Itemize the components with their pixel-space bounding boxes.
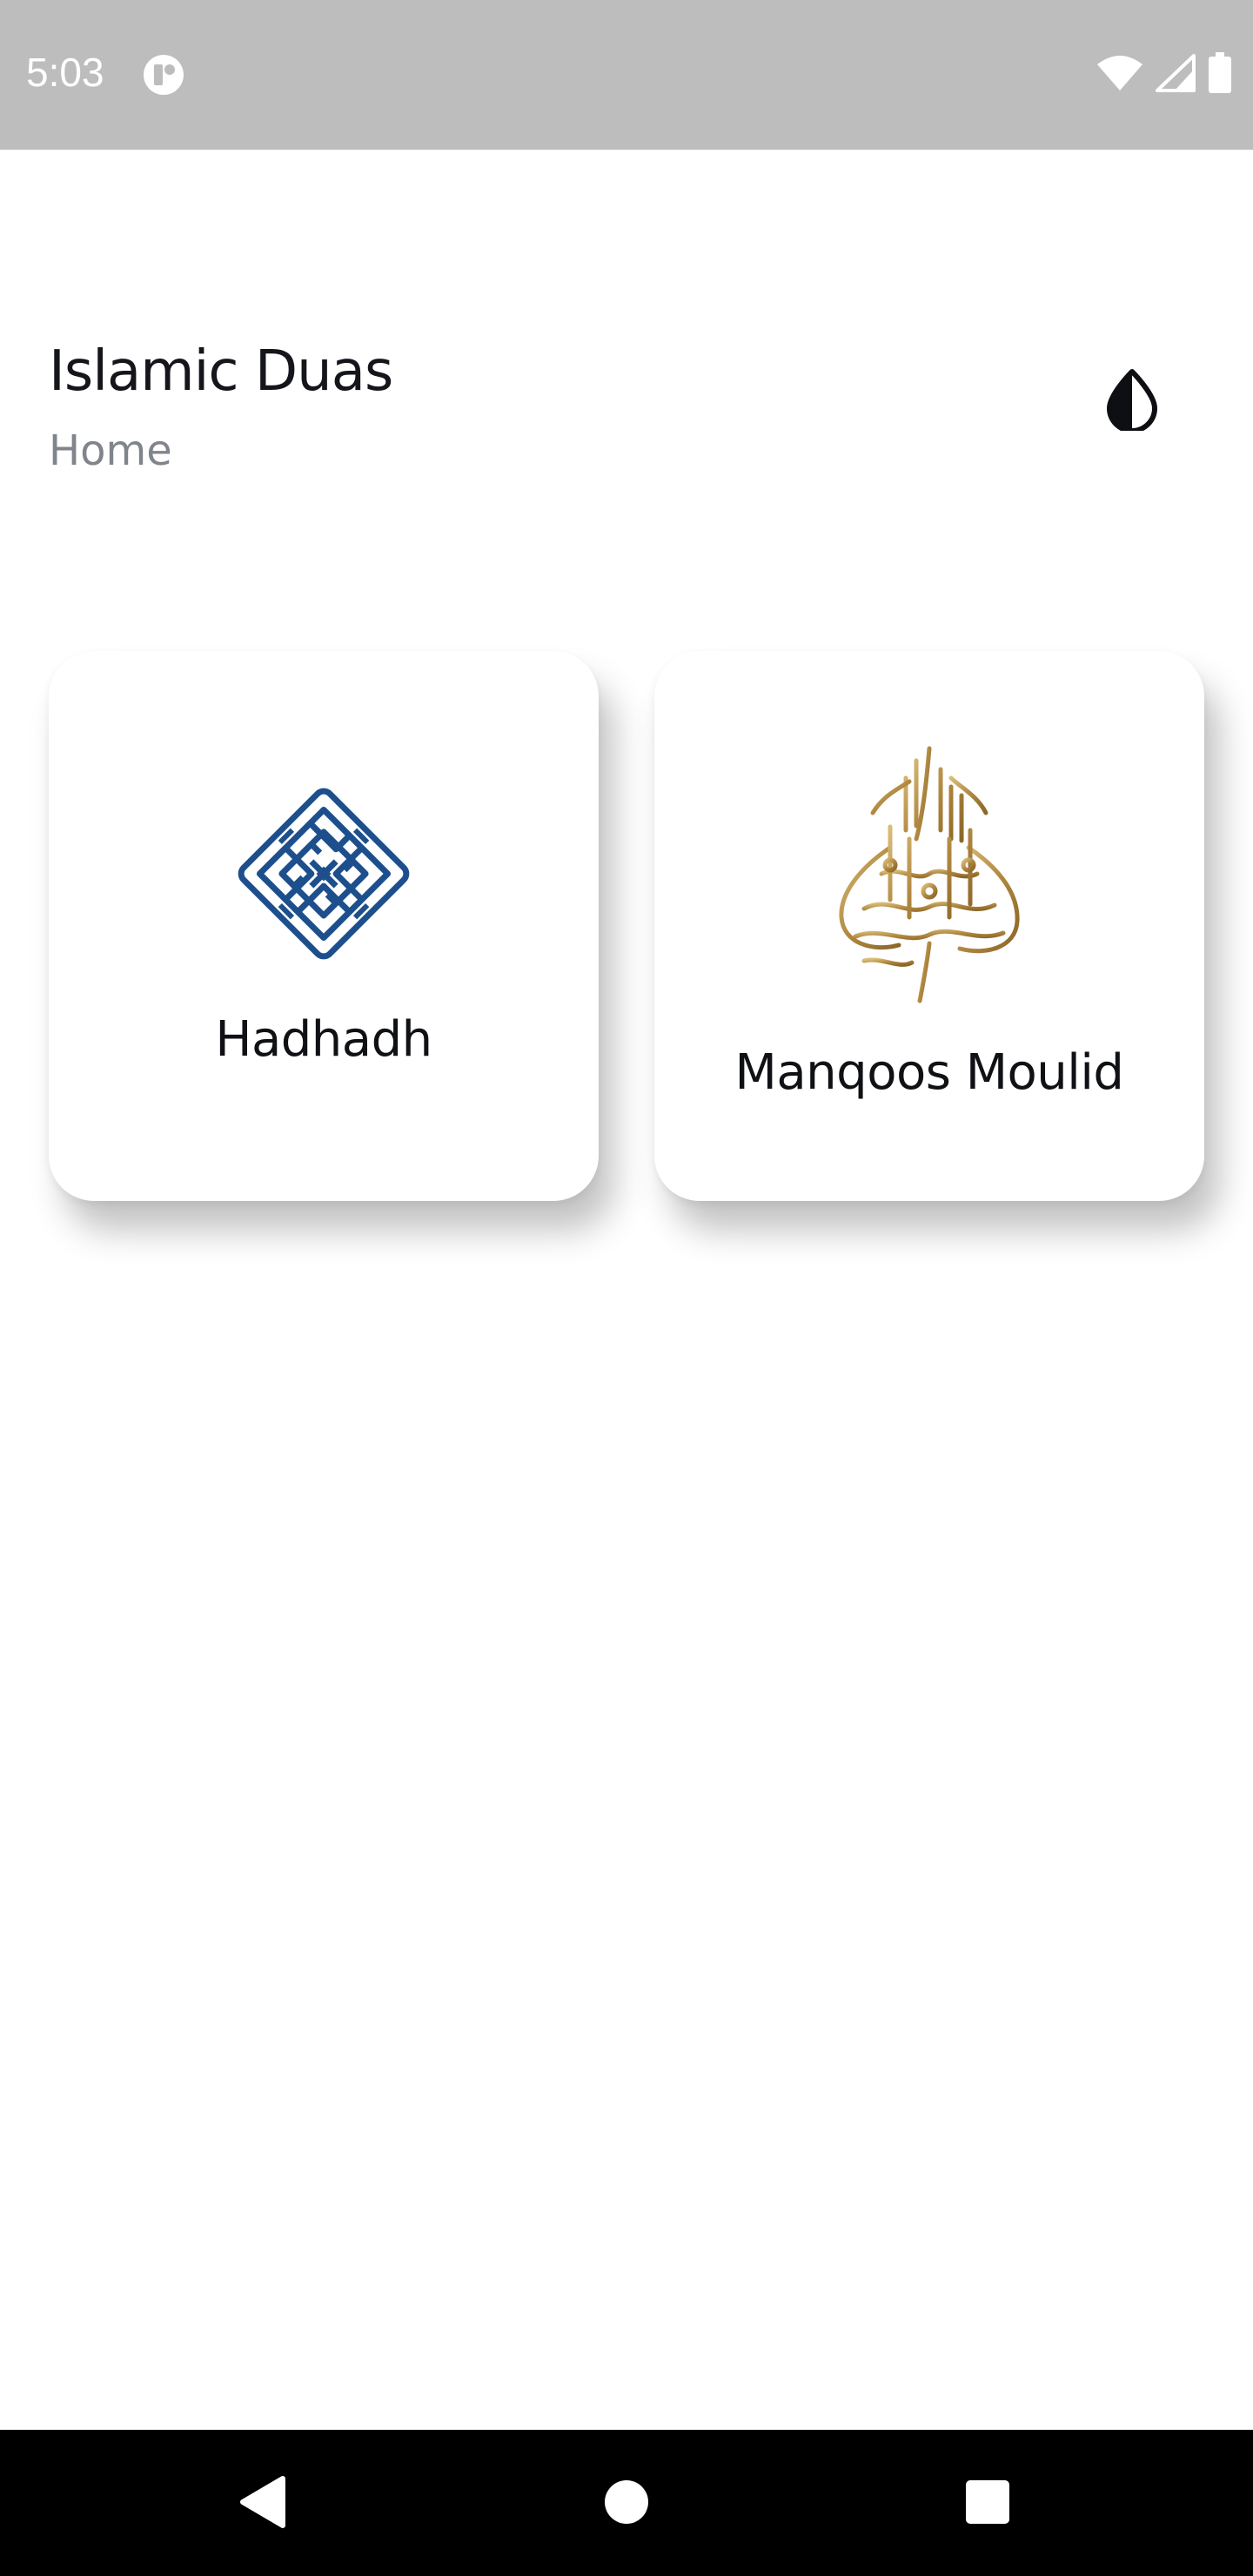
theme-toggle-button[interactable] bbox=[1084, 353, 1180, 449]
breadcrumb: Home bbox=[49, 426, 172, 475]
card-hadhadh[interactable]: Hadhadh bbox=[49, 651, 599, 1201]
kufic-calligraphy-logo bbox=[228, 778, 419, 969]
recents-icon bbox=[965, 2479, 1010, 2529]
home-screen: 5:03 Islamic Duas Home Hadhadh Manqoos M… bbox=[0, 0, 1253, 2576]
app-notification-icon bbox=[143, 54, 184, 96]
wifi-icon bbox=[1096, 54, 1143, 97]
cellular-signal-icon bbox=[1156, 53, 1196, 97]
status-bar: 5:03 bbox=[0, 0, 1253, 150]
recents-button[interactable] bbox=[948, 2465, 1027, 2543]
contrast-icon bbox=[1104, 368, 1160, 435]
card-manqoos-moulid[interactable]: Manqoos Moulid bbox=[654, 651, 1204, 1201]
bismillah-calligraphy-logo bbox=[829, 743, 1029, 1004]
home-icon bbox=[604, 2479, 649, 2529]
back-icon bbox=[238, 2475, 286, 2533]
back-button[interactable] bbox=[223, 2465, 301, 2543]
card-label: Manqoos Moulid bbox=[734, 1044, 1124, 1101]
page-title: Islamic Duas bbox=[49, 339, 393, 404]
status-icons bbox=[1096, 51, 1232, 98]
battery-icon bbox=[1208, 51, 1232, 98]
navigation-bar bbox=[0, 2430, 1253, 2576]
home-button[interactable] bbox=[587, 2465, 666, 2543]
card-label: Hadhadh bbox=[215, 1011, 432, 1068]
status-time: 5:03 bbox=[26, 50, 104, 95]
